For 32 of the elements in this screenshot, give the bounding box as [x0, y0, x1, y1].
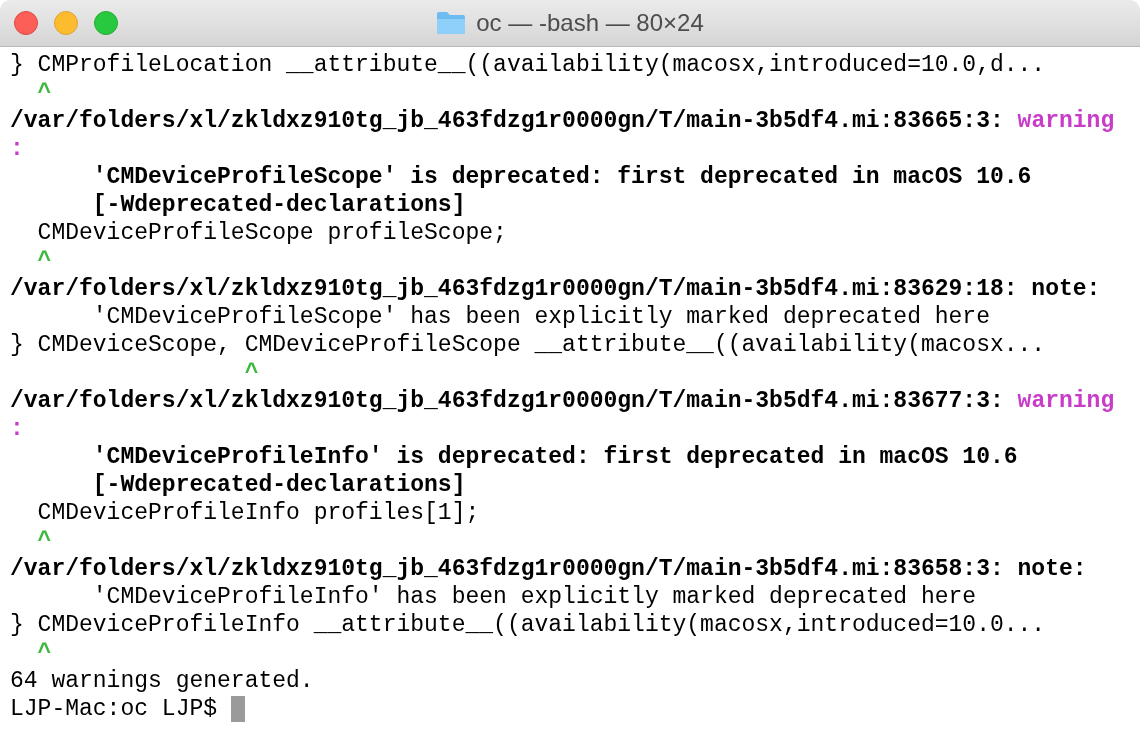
text-cursor — [230, 696, 245, 722]
terminal-text: } CMDeviceScope, CMDeviceProfileScope __attribute__((availability(macosx... — [10, 331, 1046, 359]
terminal-text: 'CMDeviceProfileInfo' has been explicitly marked deprecated here — [91, 583, 977, 611]
caret-marker: ^ — [243, 359, 259, 387]
shell-prompt: LJP-Mac:oc LJP$ — [10, 695, 219, 723]
warning-label: warning — [1017, 387, 1115, 415]
caret-marker: ^ — [36, 639, 52, 667]
folder-icon — [436, 11, 467, 35]
minimize-button[interactable] — [54, 11, 78, 35]
diagnostic-text: /var/folders/xl/zkldxz910tg_jb_463fdzg1r0000gn/T/main-3b5df4.mi:83677:3: — [10, 387, 1005, 415]
terminal-text: 64 warnings generated. — [10, 667, 314, 695]
warning-label: : — [10, 135, 24, 163]
diagnostic-text: /var/folders/xl/zkldxz910tg_jb_463fdzg1r0000gn/T/main-3b5df4.mi:83629:18: note: — [10, 275, 1101, 303]
terminal-text: } CMProfileLocation __attribute__((availability(macosx,introduced=10.0,d... — [10, 51, 1046, 79]
diagnostic-text: 'CMDeviceProfileScope' is deprecated: first deprecated in macOS 10.6 — [91, 163, 1032, 191]
diagnostic-text: [-Wdeprecated-declarations] — [91, 471, 466, 499]
warning-label: : — [10, 415, 24, 443]
terminal-text: CMDeviceProfileScope profileScope; — [36, 219, 507, 247]
close-button[interactable] — [14, 11, 38, 35]
zoom-button[interactable] — [94, 11, 118, 35]
diagnostic-text: 'CMDeviceProfileInfo' is deprecated: first deprecated in macOS 10.6 — [91, 443, 1018, 471]
caret-marker: ^ — [36, 79, 52, 107]
terminal-text: CMDeviceProfileInfo profiles[1]; — [36, 499, 480, 527]
diagnostic-text: /var/folders/xl/zkldxz910tg_jb_463fdzg1r0000gn/T/main-3b5df4.mi:83665:3: — [10, 107, 1005, 135]
caret-marker: ^ — [36, 247, 52, 275]
terminal-text: } CMDeviceProfileInfo __attribute__((availability(macosx,introduced=10.0... — [10, 611, 1046, 639]
warning-label: warning — [1017, 107, 1115, 135]
window-title: oc — -bash — 80×24 — [476, 9, 704, 37]
terminal-text: 'CMDeviceProfileScope' has been explicitly marked deprecated here — [91, 303, 990, 331]
diagnostic-text: [-Wdeprecated-declarations] — [91, 191, 466, 219]
caret-marker: ^ — [36, 527, 52, 555]
diagnostic-text: /var/folders/xl/zkldxz910tg_jb_463fdzg1r0000gn/T/main-3b5df4.mi:83658:3: note: — [10, 555, 1087, 583]
